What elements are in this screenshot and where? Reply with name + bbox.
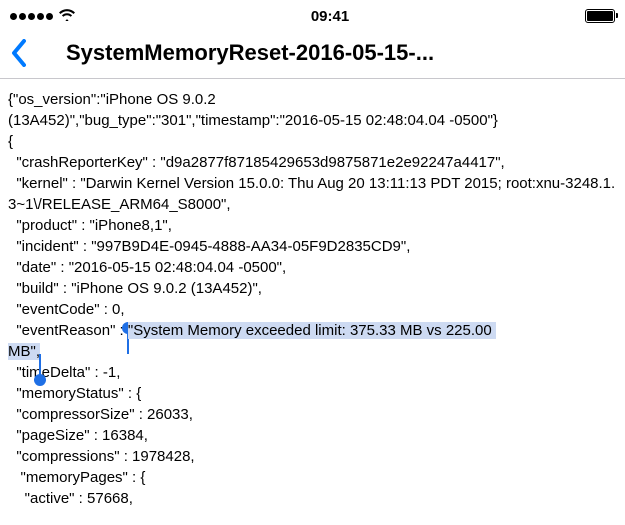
log-line: (13A452)","bug_type":"301","timestamp":"… <box>8 110 617 131</box>
log-line: "build" : "iPhone OS 9.0.2 (13A452)", <box>8 278 617 299</box>
log-line: MB", <box>8 341 617 362</box>
log-line: "compressions" : 1978428, <box>8 446 617 467</box>
text-selection[interactable]: MB", <box>8 343 40 360</box>
status-left <box>10 8 75 24</box>
log-line: {"os_version":"iPhone OS 9.0.2 <box>8 89 617 110</box>
status-right <box>585 9 615 23</box>
wifi-icon <box>59 8 75 24</box>
log-line: "eventReason" : "System Memory exceeded … <box>8 320 617 341</box>
signal-dots-icon <box>10 13 53 20</box>
log-line: "active" : 57668, <box>8 488 617 509</box>
log-line: "crashReporterKey" : "d9a2877f8718542965… <box>8 152 617 173</box>
back-button[interactable] <box>8 36 28 70</box>
log-line: { <box>8 131 617 152</box>
log-line: "incident" : "997B9D4E-0945-4888-AA34-05… <box>8 236 617 257</box>
chevron-left-icon <box>10 39 26 67</box>
log-line: "timeDelta" : -1, <box>8 362 617 383</box>
log-content[interactable]: {"os_version":"iPhone OS 9.0.2 (13A452)"… <box>0 79 625 525</box>
status-bar: 09:41 <box>0 0 625 28</box>
log-line: "pageSize" : 16384, <box>8 425 617 446</box>
log-line: "kernel" : "Darwin Kernel Version 15.0.0… <box>8 173 617 215</box>
log-line: "eventCode" : 0, <box>8 299 617 320</box>
text-selection[interactable]: "System Memory exceeded limit: 375.33 MB… <box>128 322 496 339</box>
log-line: "memoryPages" : { <box>8 467 617 488</box>
battery-icon <box>585 9 615 23</box>
log-line: "compressorSize" : 26033, <box>8 404 617 425</box>
log-line: "product" : "iPhone8,1", <box>8 215 617 236</box>
status-time: 09:41 <box>311 8 349 25</box>
page-title: SystemMemoryReset-2016-05-15-... <box>36 40 617 66</box>
log-line: "date" : "2016-05-15 02:48:04.04 -0500", <box>8 257 617 278</box>
nav-bar: SystemMemoryReset-2016-05-15-... <box>0 28 625 79</box>
log-line: "memoryStatus" : { <box>8 383 617 404</box>
